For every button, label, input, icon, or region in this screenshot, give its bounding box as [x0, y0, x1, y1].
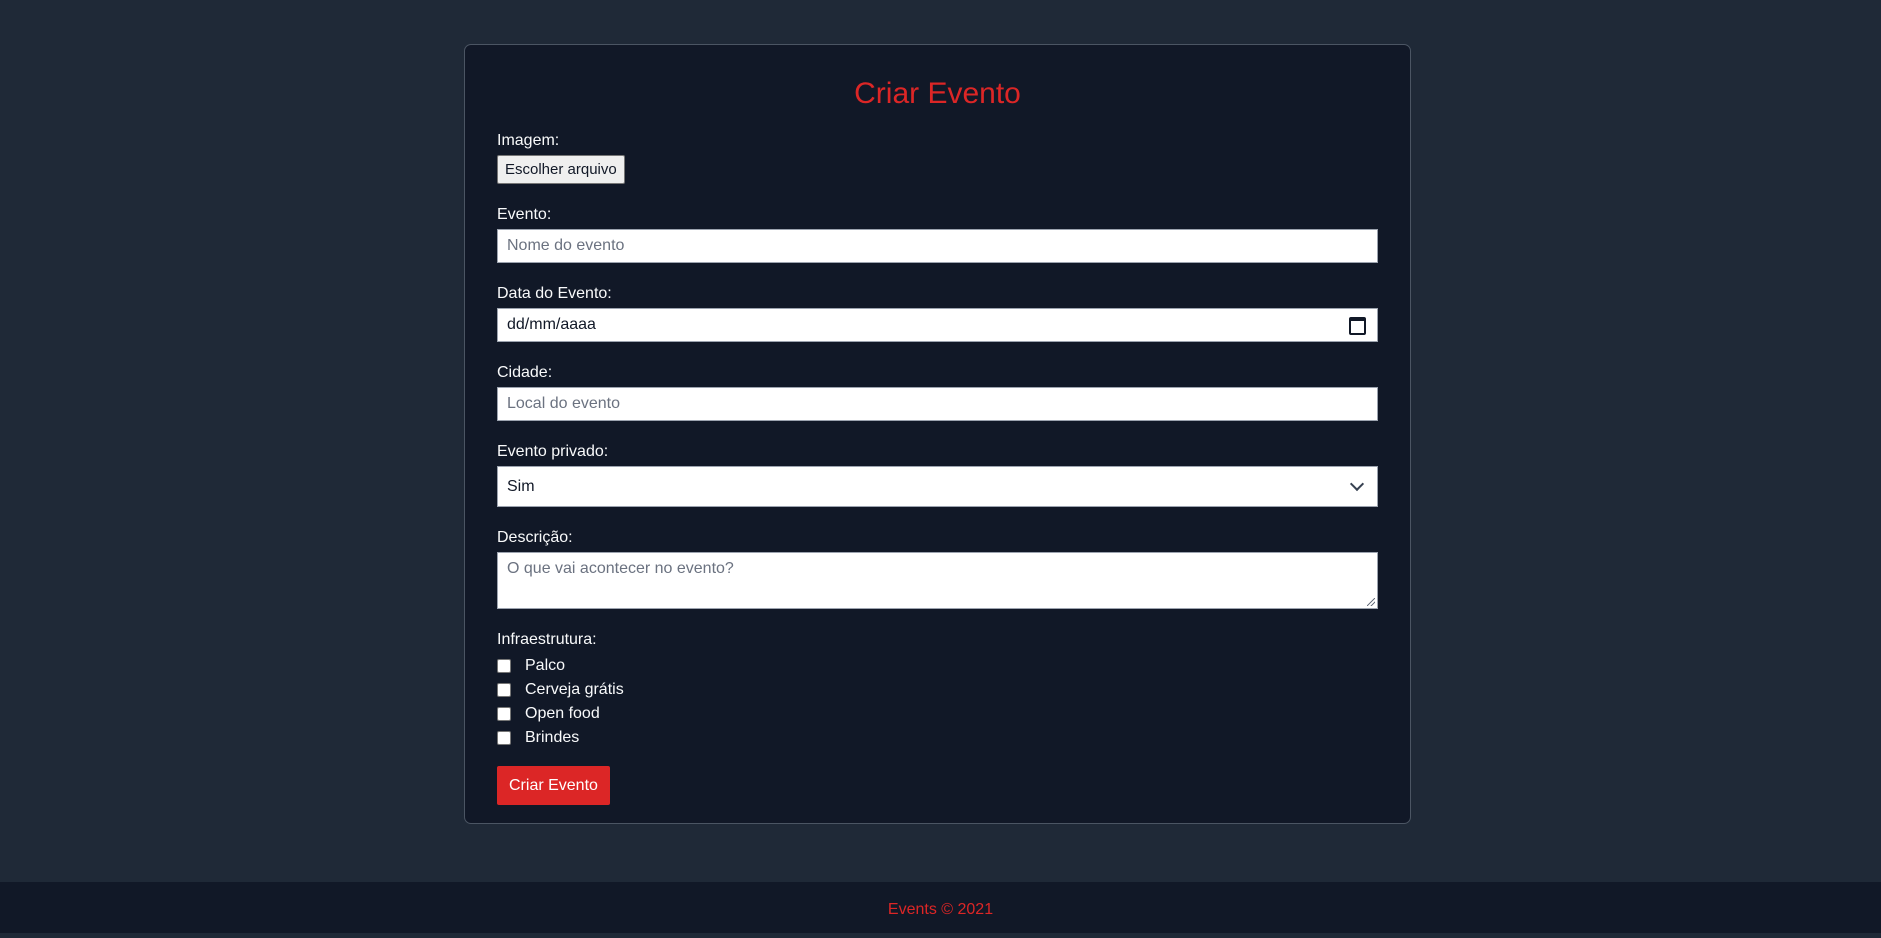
infrastructure-label: Infraestrutura:: [497, 631, 597, 648]
footer: Events © 2021: [0, 882, 1881, 933]
brindes-label: Brindes: [525, 729, 580, 746]
description-textarea[interactable]: O que vai acontecer no evento?: [497, 552, 1378, 609]
infra-option-cerveja[interactable]: Cerveja grátis: [497, 678, 1378, 702]
private-event-label: Evento privado:: [497, 443, 609, 460]
choose-file-button[interactable]: Escolher arquivo: [497, 155, 625, 184]
cerveja-label: Cerveja grátis: [525, 681, 624, 698]
event-date-value: dd/mm/aaaa: [507, 316, 596, 333]
image-label: Imagem:: [497, 132, 560, 149]
calendar-icon[interactable]: [1349, 317, 1366, 335]
infra-option-open-food[interactable]: Open food: [497, 702, 1378, 726]
city-input[interactable]: Local do evento: [497, 387, 1378, 421]
create-event-button[interactable]: Criar Evento: [497, 766, 610, 805]
open-food-label: Open food: [525, 705, 600, 722]
private-event-value: Sim: [507, 478, 535, 495]
chevron-down-icon: [1349, 476, 1365, 492]
footer-text: Events © 2021: [887, 901, 994, 918]
open-food-checkbox[interactable]: [497, 707, 511, 721]
palco-label: Palco: [525, 657, 566, 674]
city-label: Cidade:: [497, 364, 553, 381]
create-event-card: Criar Evento Imagem: Escolher arquivo Ev…: [464, 44, 1411, 824]
event-name-input[interactable]: Nome do evento: [497, 229, 1378, 263]
brindes-checkbox[interactable]: [497, 731, 511, 745]
description-label: Descrição:: [497, 529, 573, 546]
event-name-label: Evento:: [497, 206, 552, 223]
page-title: Criar Evento: [854, 77, 1021, 110]
infrastructure-options: Palco Cerveja grátis Open food Brindes: [497, 654, 1378, 750]
event-date-input[interactable]: dd/mm/aaaa: [497, 308, 1378, 342]
event-name-placeholder: Nome do evento: [507, 237, 625, 254]
infra-option-palco[interactable]: Palco: [497, 654, 1378, 678]
private-event-select[interactable]: Sim: [497, 466, 1378, 507]
palco-checkbox[interactable]: [497, 659, 511, 673]
cerveja-checkbox[interactable]: [497, 683, 511, 697]
description-placeholder: O que vai acontecer no evento?: [507, 560, 734, 577]
infra-option-brindes[interactable]: Brindes: [497, 726, 1378, 750]
resize-handle-icon[interactable]: [1367, 598, 1375, 606]
city-placeholder: Local do evento: [507, 395, 620, 412]
event-date-label: Data do Evento:: [497, 285, 612, 302]
